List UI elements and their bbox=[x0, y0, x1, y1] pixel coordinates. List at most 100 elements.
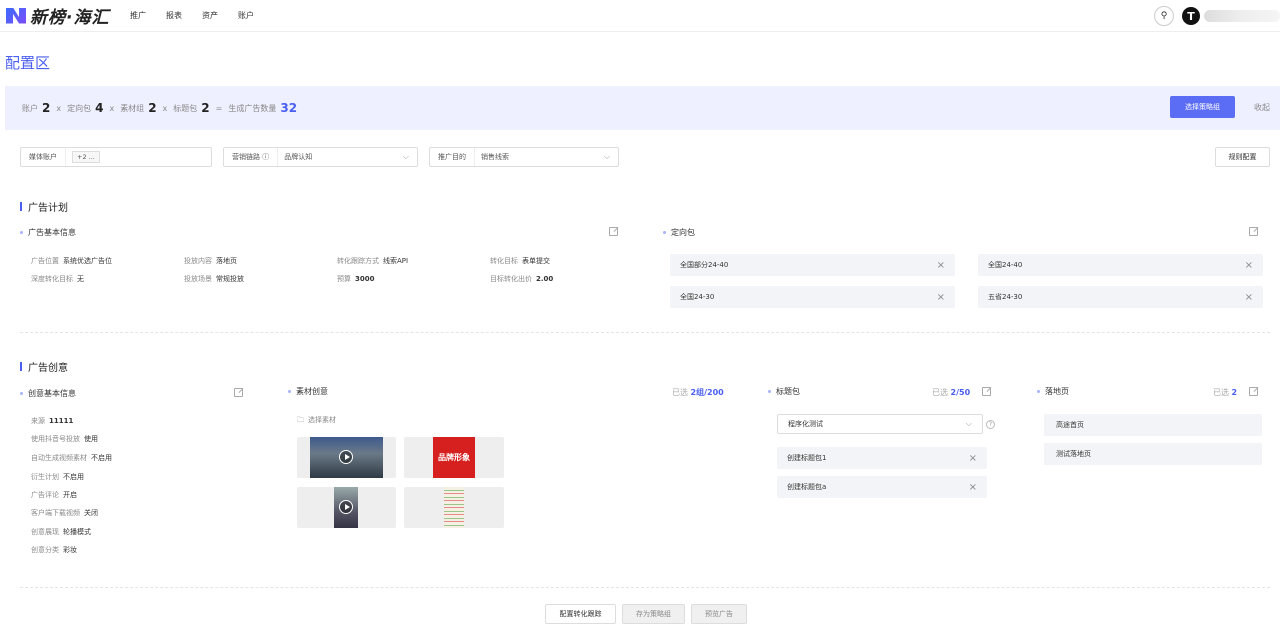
times-sign: x bbox=[162, 103, 168, 113]
edit-icon[interactable] bbox=[982, 387, 991, 396]
chevron-down-icon: ⌵ bbox=[603, 152, 610, 161]
play-icon[interactable] bbox=[339, 500, 353, 514]
help-icon[interactable]: ? bbox=[986, 420, 995, 429]
kv-display: 创意展现 轮播模式 bbox=[31, 528, 91, 536]
close-icon[interactable]: × bbox=[969, 482, 977, 493]
search-icon[interactable]: ⚲ bbox=[1154, 6, 1174, 26]
collapse-link[interactable]: 收起 bbox=[1254, 102, 1270, 113]
material-thumb[interactable] bbox=[404, 487, 504, 528]
close-icon[interactable]: × bbox=[937, 292, 945, 303]
edit-icon[interactable] bbox=[1249, 227, 1258, 236]
summary-total-count: 32 bbox=[280, 101, 298, 115]
target-chip[interactable]: 全国24-30 × bbox=[670, 286, 955, 308]
nav-item-report[interactable]: 报表 bbox=[166, 10, 182, 21]
section-ad-plan: 广告计划 bbox=[20, 199, 68, 214]
summary-target-label: 定向包 bbox=[67, 103, 92, 113]
kv-auto-video: 自动生成视频素材 不启用 bbox=[31, 454, 112, 462]
preview-ad-button[interactable]: 预览广告 bbox=[691, 604, 747, 624]
avatar[interactable]: T bbox=[1182, 7, 1200, 25]
media-account-label: 媒体账户 bbox=[21, 148, 66, 166]
summary-title-label: 标题包 bbox=[173, 103, 198, 113]
chevron-down-icon: ⌵ bbox=[965, 419, 972, 428]
purpose-value: 销售线索 bbox=[481, 153, 509, 161]
target-chip[interactable]: 五省24-30 × bbox=[978, 286, 1263, 308]
edit-icon[interactable] bbox=[1249, 387, 1258, 396]
choose-strategy-button[interactable]: 选择策略组 bbox=[1170, 96, 1235, 118]
top-nav: 新榜·海汇 推广 报表 资产 账户 ⚲ T bbox=[0, 0, 1280, 32]
nav-item-assets[interactable]: 资产 bbox=[202, 10, 218, 21]
material-count: 已选 2组/200 bbox=[672, 388, 724, 397]
purpose-label: 推广目的 bbox=[430, 148, 475, 166]
landing-page-item[interactable]: 测试落地页 bbox=[1044, 443, 1262, 465]
summary-total-label: 生成广告数量 bbox=[228, 103, 277, 113]
close-icon[interactable]: × bbox=[1245, 292, 1253, 303]
dot-icon bbox=[20, 231, 23, 234]
times-sign: x bbox=[56, 103, 62, 113]
material-thumb[interactable]: 品牌形象 bbox=[404, 437, 504, 478]
dot-icon bbox=[288, 390, 291, 393]
dot-icon bbox=[1037, 390, 1040, 393]
divider bbox=[20, 332, 1270, 333]
material-thumb[interactable] bbox=[297, 487, 396, 528]
material-creative-title: 素材创意 bbox=[288, 386, 328, 397]
summary-account-label: 账户 bbox=[22, 103, 38, 113]
user-name-blurred[interactable] bbox=[1204, 10, 1280, 22]
dot-icon bbox=[20, 392, 23, 395]
close-icon[interactable]: × bbox=[1245, 260, 1253, 271]
target-chip[interactable]: 全国24-40 × bbox=[978, 254, 1263, 276]
landing-page-title: 落地页 bbox=[1037, 386, 1069, 397]
brand-image-text: 品牌形象 bbox=[433, 437, 475, 478]
marketing-path-select[interactable]: 营销链路 ⓘ 品牌认知 ⌵ bbox=[223, 147, 418, 167]
material-creative-label: 素材创意 bbox=[296, 387, 328, 396]
edit-icon[interactable] bbox=[234, 388, 243, 397]
title-package-title: 标题包 bbox=[768, 386, 800, 397]
nav-item-account[interactable]: 账户 bbox=[238, 10, 254, 21]
kv-douyin: 使用抖音号投放 使用 bbox=[31, 435, 98, 443]
kv-ad-position: 广告位置 系统优选广告位 bbox=[31, 257, 112, 265]
close-icon[interactable]: × bbox=[937, 260, 945, 271]
kv-source: 来源 11111 bbox=[31, 417, 74, 425]
marketing-path-label: 营销链路 ⓘ bbox=[224, 148, 279, 166]
close-icon[interactable]: × bbox=[969, 453, 977, 464]
section-ad-creative: 广告创意 bbox=[20, 359, 68, 374]
image-frame bbox=[444, 487, 464, 528]
title-select-value: 程序化测试 bbox=[788, 420, 823, 428]
purpose-select[interactable]: 推广目的 销售线索 ⌵ bbox=[429, 147, 619, 167]
kv-budget: 预算 3000 bbox=[337, 275, 375, 283]
title-select[interactable]: 程序化测试 ⌵ bbox=[777, 414, 983, 434]
marketing-path-value: 品牌认知 bbox=[284, 153, 313, 161]
chevron-down-icon: ⌵ bbox=[402, 152, 409, 161]
choose-material-link[interactable]: 🗀 选择素材 bbox=[297, 415, 336, 427]
summary-bar: 账户 2 x 定向包 4 x 素材组 2 x 标题包 2 = 生成广告数量 32 bbox=[5, 86, 1280, 130]
rule-config-button[interactable]: 规则配置 bbox=[1215, 147, 1270, 167]
nav-item-promote[interactable]: 推广 bbox=[130, 10, 146, 21]
save-strategy-button[interactable]: 存为策略组 bbox=[622, 604, 685, 624]
play-icon[interactable] bbox=[339, 450, 353, 464]
title-item-chip[interactable]: 创建标题包1 × bbox=[777, 447, 987, 469]
target-chip[interactable]: 全国部分24-40 × bbox=[670, 254, 955, 276]
page-title: 配置区 bbox=[5, 54, 51, 72]
config-conversion-button[interactable]: 配置转化跟踪 bbox=[545, 604, 616, 624]
edit-icon[interactable] bbox=[609, 227, 618, 236]
summary-material-label: 素材组 bbox=[120, 103, 145, 113]
logo-mark bbox=[6, 7, 26, 24]
logo-text: 新榜·海汇 bbox=[30, 8, 110, 28]
material-thumb[interactable] bbox=[297, 437, 396, 478]
kv-derived-plan: 衍生计划 不启用 bbox=[31, 473, 84, 481]
kv-delivery-scene: 投放场景 常规投放 bbox=[184, 275, 244, 283]
dot-icon bbox=[768, 390, 771, 393]
target-package-label: 定向包 bbox=[671, 228, 695, 237]
times-sign: x bbox=[109, 103, 115, 113]
summary-target-count: 4 bbox=[95, 101, 104, 115]
title-item-chip[interactable]: 创建标题包a × bbox=[777, 476, 987, 498]
media-account-tag: +2 ... bbox=[72, 151, 100, 163]
divider bbox=[20, 587, 1270, 588]
landing-count: 已选 2 bbox=[1213, 388, 1238, 397]
creative-basic-info-title: 创意基本信息 bbox=[20, 388, 76, 399]
logo[interactable]: 新榜·海汇 bbox=[6, 3, 116, 28]
ad-basic-info-title: 广告基本信息 bbox=[20, 227, 76, 238]
media-account-filter[interactable]: 媒体账户 +2 ... bbox=[20, 147, 212, 167]
folder-icon: 🗀 bbox=[297, 416, 304, 424]
landing-page-item[interactable]: 高途首页 bbox=[1044, 414, 1262, 436]
kv-comments: 广告评论 开启 bbox=[31, 491, 77, 499]
